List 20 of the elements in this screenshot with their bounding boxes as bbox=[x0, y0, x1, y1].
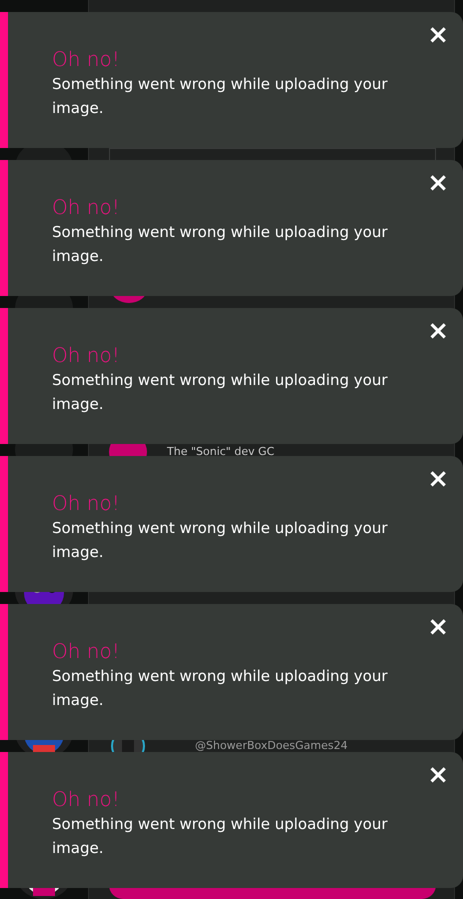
close-button[interactable]: × bbox=[423, 762, 453, 788]
toast-title: Oh no! bbox=[52, 46, 121, 72]
toast-title: Oh no! bbox=[52, 342, 121, 368]
toast-title: Oh no! bbox=[52, 786, 121, 812]
toast-message: Something went wrong while uploading your image. bbox=[52, 74, 389, 119]
close-button[interactable]: × bbox=[423, 318, 453, 344]
chat-name[interactable]: @ShowerBoxDoesGames24 bbox=[195, 740, 348, 752]
toast-title: Oh no! bbox=[52, 638, 121, 664]
toast-message: Something went wrong while uploading your image. bbox=[52, 666, 389, 711]
chat-name[interactable]: The "Sonic" dev GC bbox=[167, 446, 274, 458]
toast-title: Oh no! bbox=[52, 194, 121, 220]
toast-message: Something went wrong while uploading your image. bbox=[52, 222, 389, 267]
toast-message: Something went wrong while uploading your image. bbox=[52, 370, 389, 415]
close-button[interactable]: × bbox=[423, 614, 453, 640]
close-button[interactable]: × bbox=[423, 466, 453, 492]
toast-message: Something went wrong while uploading your image. bbox=[52, 518, 389, 563]
close-button[interactable]: × bbox=[423, 170, 453, 196]
toast-message: Something went wrong while uploading your image. bbox=[52, 814, 389, 859]
close-button[interactable]: × bbox=[423, 22, 453, 48]
toast-title: Oh no! bbox=[52, 490, 121, 516]
